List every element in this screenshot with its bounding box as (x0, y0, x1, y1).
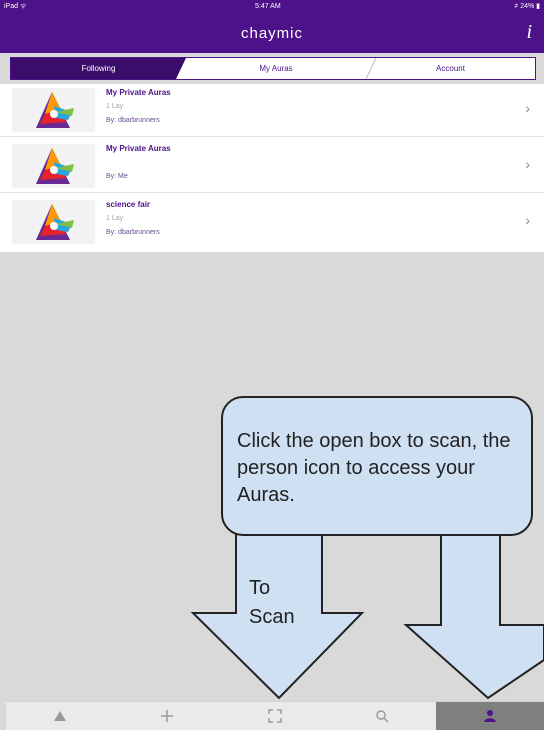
arrow-label: To Scan (249, 574, 295, 632)
scan-box-icon (267, 709, 282, 723)
person-icon (484, 710, 496, 722)
person-arrow (403, 533, 544, 700)
arrow-label-line1: To (249, 577, 271, 599)
tab-home[interactable] (6, 702, 113, 730)
search-icon (376, 710, 389, 723)
tab-my-auras-person[interactable] (436, 702, 544, 730)
callout-box: Click the open box to scan, the person i… (221, 396, 533, 536)
tab-add[interactable] (113, 702, 221, 730)
add-icon (161, 710, 173, 722)
tab-search[interactable] (328, 702, 436, 730)
arrow-label-line2: Scan (249, 606, 295, 628)
tab-scan[interactable] (221, 702, 328, 730)
home-triangle-icon (53, 711, 66, 721)
callout-text: Click the open box to scan, the person i… (237, 430, 511, 506)
tab-bar (6, 701, 544, 730)
